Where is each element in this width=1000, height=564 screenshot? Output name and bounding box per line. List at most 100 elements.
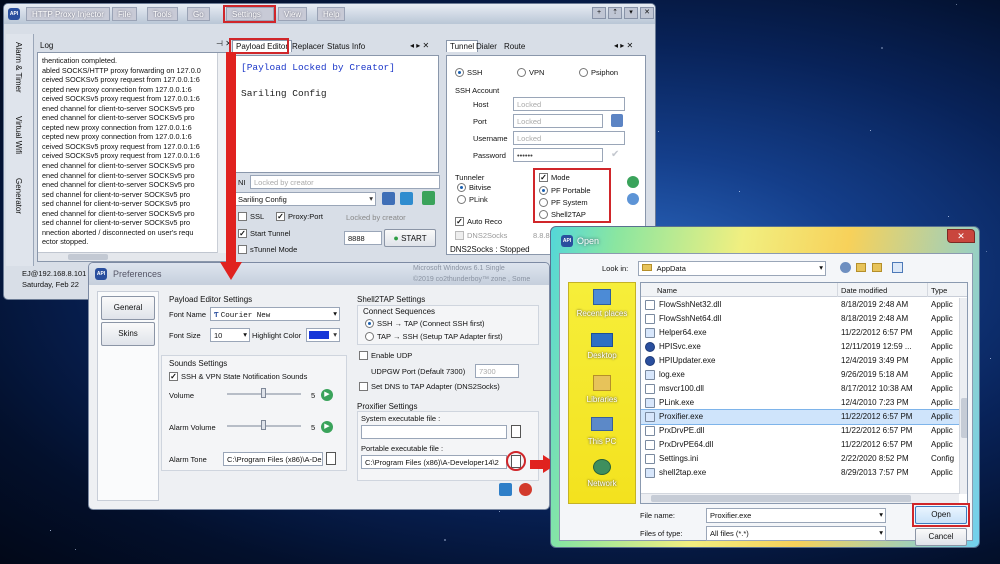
tab-dialer[interactable]: Dialer <box>476 42 497 51</box>
save-account-icon[interactable] <box>611 114 623 127</box>
font-name-select[interactable]: Ƭ Courier New ▾ <box>210 307 340 321</box>
column-name[interactable]: Name <box>657 286 677 295</box>
help-title-icon[interactable]: + <box>592 7 606 19</box>
tab-status-info[interactable]: Status Info <box>327 42 365 51</box>
port-input[interactable]: 8888 <box>344 231 382 245</box>
cancel-button[interactable]: Cancel <box>915 528 967 546</box>
nav-skins[interactable]: Skins <box>101 322 155 346</box>
delete-config-icon[interactable] <box>422 191 435 205</box>
edit-config-icon[interactable] <box>382 192 395 205</box>
font-size-select[interactable]: 10 ▾ <box>210 328 250 342</box>
vpn-radio[interactable] <box>517 68 526 77</box>
ssh-radio[interactable] <box>455 68 464 77</box>
column-date-modified[interactable]: Date modified <box>841 286 887 295</box>
scroll-thumb[interactable] <box>68 254 108 260</box>
right-tab-nav-icon[interactable]: ◂ ▸ ✕ <box>614 41 633 50</box>
file-row[interactable]: PrxDrvPE.dll 11/22/2012 6:57 PM Applic <box>641 424 967 438</box>
file-row[interactable]: shell2tap.exe 8/29/2013 7:57 PM Applic <box>641 466 967 480</box>
file-type-select[interactable]: All files (*.*) ▾ <box>706 526 886 541</box>
file-row[interactable]: HPIUpdater.exe 12/4/2019 3:49 PM Applic <box>641 354 967 368</box>
refresh-icon[interactable] <box>627 193 639 205</box>
enable-udp-checkbox[interactable] <box>359 351 368 360</box>
alarm-slider-thumb[interactable] <box>261 420 266 430</box>
scroll-thumb[interactable] <box>961 398 967 438</box>
check-icon[interactable]: ✔ <box>611 149 619 160</box>
file-row[interactable]: msvcr100.dll 8/17/2012 10:38 AM Applic <box>641 382 967 396</box>
username-input[interactable]: Locked <box>513 131 625 145</box>
psiphon-radio[interactable] <box>579 68 588 77</box>
file-row[interactable]: PrxDrvPE64.dll 11/22/2012 6:57 PM Applic <box>641 438 967 452</box>
volume-slider-thumb[interactable] <box>261 388 266 398</box>
portable-exe-input[interactable]: C:\Program Files (x86)\A-Developer14\2 <box>361 455 507 469</box>
notification-sounds-checkbox[interactable]: ✓ <box>169 372 178 381</box>
file-row[interactable]: Helper64.exe 11/22/2012 6:57 PM Applic <box>641 326 967 340</box>
menu-view[interactable]: View <box>278 7 308 21</box>
log-vscrollbar[interactable] <box>217 53 226 253</box>
file-row[interactable]: Proxifier.exe 11/22/2012 6:57 PM Applic <box>641 409 967 425</box>
file-name-input[interactable]: Proxifier.exe ▾ <box>706 508 886 523</box>
start-tunnel-checkbox[interactable]: ✓ <box>238 229 247 238</box>
column-type[interactable]: Type <box>931 286 947 295</box>
auto-reco-checkbox[interactable]: ✓ <box>455 217 464 226</box>
look-in-select[interactable]: AppData ▾ <box>638 261 826 276</box>
ssh-port-input[interactable]: Locked <box>513 114 603 128</box>
config-select[interactable]: Sariling Config ▾ <box>234 192 376 206</box>
file-row[interactable]: PLink.exe 12/4/2010 7:23 PM Applic <box>641 396 967 410</box>
seq-ssh-tap-radio[interactable] <box>365 319 374 328</box>
tab-tunnel[interactable]: Tunnel <box>446 40 479 52</box>
tab-replacer[interactable]: Replacer <box>292 42 324 51</box>
tab-nav-arrows-icon[interactable]: ◂ ▸ ✕ <box>410 41 429 50</box>
place-this-pc[interactable]: This PC <box>569 437 635 446</box>
file-row[interactable]: FlowSshNet32.dll 8/18/2019 2:48 AM Applic <box>641 298 967 312</box>
close-icon[interactable]: ✕ <box>640 7 654 19</box>
password-input[interactable]: •••••• <box>513 148 603 162</box>
set-dns-checkbox[interactable] <box>359 382 368 391</box>
place-desktop[interactable]: Desktop <box>569 351 635 360</box>
place-network[interactable]: Network <box>569 479 635 488</box>
file-list-vscrollbar[interactable] <box>959 298 967 494</box>
cancel-preferences-icon[interactable] <box>519 483 532 496</box>
file-row[interactable]: Settings.ini 2/22/2020 8:52 PM Config <box>641 452 967 466</box>
pin-icon[interactable]: ⇡ <box>608 7 622 19</box>
side-tab-generator[interactable]: Generator <box>14 178 23 214</box>
menu-help[interactable]: Help <box>317 7 346 21</box>
nav-general[interactable]: General <box>101 296 155 320</box>
alarm-tone-input[interactable]: C:\Program Files (x86)\A-De <box>223 452 323 466</box>
stunnel-mode-checkbox[interactable] <box>238 245 247 254</box>
bitvise-radio[interactable] <box>457 183 466 192</box>
sni-input[interactable]: Locked by creator <box>250 175 440 189</box>
browse-file-icon[interactable] <box>326 452 336 465</box>
side-tab-virtual-wifi[interactable]: Virtual Wifi <box>14 116 23 154</box>
file-list-hscrollbar[interactable] <box>641 493 959 503</box>
payload-editor[interactable]: [Payload Locked by Creator] Sariling Con… <box>234 55 439 173</box>
log-hscrollbar[interactable] <box>38 252 226 261</box>
new-folder-icon[interactable] <box>872 263 882 272</box>
scroll-thumb[interactable] <box>651 495 911 502</box>
up-folder-icon[interactable] <box>856 263 866 272</box>
start-button[interactable]: ● START <box>384 229 436 247</box>
proxy-port-checkbox[interactable]: ✓ <box>276 212 285 221</box>
browse-system-icon[interactable] <box>511 425 521 438</box>
tab-route[interactable]: Route <box>504 42 525 51</box>
play-alarm-icon[interactable]: ▶ <box>321 421 333 433</box>
minimize-icon[interactable]: ▾ <box>624 7 638 19</box>
save-config-icon[interactable] <box>400 192 413 205</box>
menu-go[interactable]: Go <box>187 7 210 21</box>
system-exe-input[interactable] <box>361 425 507 439</box>
file-row[interactable]: HPISvc.exe 12/11/2019 12:59 ... Applic <box>641 340 967 354</box>
ssl-checkbox[interactable] <box>238 212 247 221</box>
place-libraries[interactable]: Libraries <box>569 395 635 404</box>
host-input[interactable]: Locked <box>513 97 625 111</box>
side-tab-alarm[interactable]: Alarm & Timer <box>14 42 23 93</box>
file-row[interactable]: log.exe 9/26/2019 5:18 AM Applic <box>641 368 967 382</box>
close-dialog-icon[interactable]: ✕ <box>947 229 975 243</box>
udpgw-input[interactable]: 7300 <box>475 364 519 378</box>
highlight-color-picker[interactable]: ▾ <box>306 328 340 342</box>
view-menu-icon[interactable] <box>892 262 903 273</box>
place-recent[interactable]: Recent places <box>569 309 635 318</box>
file-row[interactable]: FlowSshNet64.dll 8/18/2019 2:48 AM Applic <box>641 312 967 326</box>
play-mode-icon[interactable] <box>627 176 639 188</box>
plink-radio[interactable] <box>457 195 466 204</box>
back-icon[interactable] <box>840 262 851 273</box>
save-preferences-icon[interactable] <box>499 483 512 496</box>
